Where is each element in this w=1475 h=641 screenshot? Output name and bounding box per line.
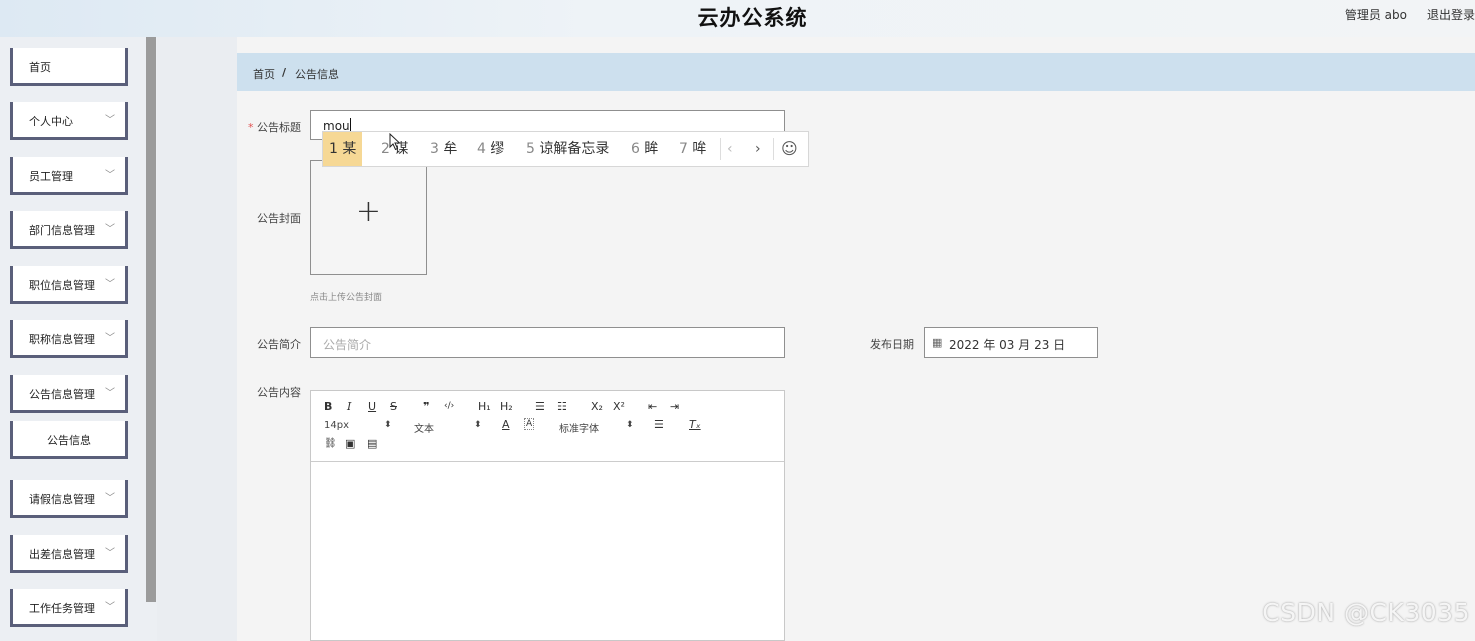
subscript-button[interactable]: X₂ bbox=[591, 400, 603, 413]
breadcrumb-separator: / bbox=[282, 66, 287, 79]
code-icon[interactable]: ‹/› bbox=[444, 401, 454, 411]
chevron-right-icon[interactable]: › bbox=[755, 132, 761, 166]
sidebar-item-employee[interactable]: 员工管理 ﹀ bbox=[10, 157, 128, 195]
quote-icon[interactable]: ❞ bbox=[423, 400, 429, 413]
chevron-left-icon[interactable]: ‹ bbox=[727, 132, 733, 166]
chevron-down-icon: ﹀ bbox=[105, 115, 115, 126]
bold-button[interactable]: B bbox=[324, 400, 332, 413]
updown-icon: ⬍ bbox=[474, 420, 482, 430]
heading1-button[interactable]: H₁ bbox=[478, 400, 491, 413]
chevron-down-icon: ﹀ bbox=[105, 548, 115, 559]
plus-icon: + bbox=[355, 194, 382, 229]
sidebar-item-label: 公告信息管理 bbox=[29, 388, 95, 401]
sidebar-item-business-trip[interactable]: 出差信息管理 ﹀ bbox=[10, 535, 128, 573]
emoji-icon[interactable]: ☺ bbox=[781, 132, 798, 166]
link-icon[interactable]: ⛓ bbox=[324, 438, 337, 449]
date-picker[interactable]: ▦ 2022 年 03 月 23 日 bbox=[924, 327, 1098, 358]
sidebar-item-label: 个人中心 bbox=[29, 115, 73, 128]
font-size-select[interactable]: 14px bbox=[324, 420, 349, 431]
heading2-button[interactable]: H₂ bbox=[500, 400, 513, 413]
cover-label: 公告封面 bbox=[257, 212, 301, 225]
background-color-icon[interactable]: A bbox=[524, 418, 535, 430]
summary-input[interactable]: 公告简介 bbox=[310, 327, 785, 358]
title-label: * 公告标题 bbox=[245, 119, 301, 135]
sidebar-item-label: 工作任务管理 bbox=[29, 602, 95, 615]
sidebar-item-department[interactable]: 部门信息管理 ﹀ bbox=[10, 211, 128, 249]
image-icon[interactable]: ▣ bbox=[345, 437, 355, 450]
sidebar-scrollbar[interactable] bbox=[146, 37, 156, 602]
summary-label: 公告简介 bbox=[257, 338, 301, 351]
date-value: 2022 年 03 月 23 日 bbox=[949, 338, 1066, 352]
breadcrumb-current: 公告信息 bbox=[295, 68, 339, 81]
sidebar-item-label: 公告信息 bbox=[47, 434, 91, 447]
ime-candidate-5[interactable]: 5 谅解备忘录 bbox=[520, 132, 615, 166]
sidebar-item-label: 出差信息管理 bbox=[29, 548, 95, 561]
sidebar-item-title-rank[interactable]: 职称信息管理 ﹀ bbox=[10, 320, 128, 358]
chevron-down-icon: ﹀ bbox=[105, 279, 115, 290]
breadcrumb-home[interactable]: 首页 bbox=[253, 66, 275, 82]
strike-button[interactable]: S bbox=[390, 400, 397, 413]
sidebar-item-personal-center[interactable]: 个人中心 ﹀ bbox=[10, 102, 128, 140]
sidebar-item-label: 首页 bbox=[29, 61, 51, 74]
superscript-button[interactable]: X² bbox=[613, 400, 625, 413]
user-info: 管理员 abo bbox=[1344, 8, 1407, 22]
chevron-down-icon: ﹀ bbox=[105, 333, 115, 344]
chevron-down-icon: ﹀ bbox=[105, 388, 115, 399]
date-label: 发布日期 bbox=[870, 338, 914, 351]
watermark: CSDN @CK3035 bbox=[1262, 598, 1470, 627]
chevron-down-icon: ﹀ bbox=[105, 493, 115, 504]
app-title: 云办公系统 bbox=[697, 6, 808, 30]
italic-button[interactable]: I bbox=[347, 400, 351, 413]
chevron-down-icon: ﹀ bbox=[105, 170, 115, 181]
ime-candidate-4[interactable]: 4 缪 bbox=[471, 132, 510, 166]
ordered-list-icon[interactable]: ☰ bbox=[535, 400, 545, 413]
sidebar-subitem-notice[interactable]: 公告信息 bbox=[10, 421, 128, 459]
mouse-cursor-icon bbox=[389, 133, 401, 151]
font-family-select[interactable]: 标准字体 bbox=[559, 420, 599, 435]
sidebar-item-label: 职位信息管理 bbox=[29, 279, 95, 292]
logout-link[interactable]: 退出登录 bbox=[1427, 6, 1475, 23]
sidebar-item-label: 职称信息管理 bbox=[29, 333, 95, 346]
cover-hint: 点击上传公告封面 bbox=[310, 293, 383, 303]
sidebar-item-leave[interactable]: 请假信息管理 ﹀ bbox=[10, 480, 128, 518]
content-gutter bbox=[157, 37, 237, 641]
required-mark: * bbox=[248, 121, 254, 134]
font-color-icon[interactable]: A bbox=[502, 418, 510, 431]
summary-placeholder: 公告简介 bbox=[323, 338, 372, 352]
bullet-list-icon[interactable]: ☷ bbox=[557, 400, 567, 413]
sidebar: 首页 个人中心 ﹀ 员工管理 ﹀ 部门信息管理 ﹀ 职位信息管理 ﹀ 职称信息管… bbox=[0, 37, 157, 641]
ime-candidate-6[interactable]: 6 眸 bbox=[625, 132, 664, 166]
updown-icon: ⬍ bbox=[384, 420, 392, 430]
ime-candidate-7[interactable]: 7 哞 bbox=[673, 132, 712, 166]
underline-button[interactable]: U bbox=[368, 400, 376, 413]
sidebar-item-position[interactable]: 职位信息管理 ﹀ bbox=[10, 266, 128, 304]
video-icon[interactable]: ▤ bbox=[367, 437, 377, 450]
chevron-down-icon: ﹀ bbox=[105, 224, 115, 235]
text-style-select[interactable]: 文本 bbox=[414, 420, 434, 435]
calendar-icon: ▦ bbox=[932, 336, 943, 349]
sidebar-item-label: 员工管理 bbox=[29, 170, 73, 183]
top-bar: 云办公系统 管理员 abo 退出登录 bbox=[0, 0, 1475, 37]
breadcrumb: 首页 / 公告信息 bbox=[237, 53, 1475, 91]
cover-upload[interactable]: + bbox=[310, 160, 427, 275]
rich-text-editor[interactable]: B I U S ❞ ‹/› H₁ H₂ ☰ ☷ X₂ X² ⇤ ⇥ 14px ⬍… bbox=[310, 390, 785, 641]
align-icon[interactable]: ☰ bbox=[654, 418, 664, 431]
chevron-down-icon: ﹀ bbox=[105, 602, 115, 613]
sidebar-item-label: 部门信息管理 bbox=[29, 224, 95, 237]
sidebar-item-label: 请假信息管理 bbox=[29, 493, 95, 506]
content-label: 公告内容 bbox=[257, 386, 301, 399]
outdent-icon[interactable]: ⇤ bbox=[648, 400, 657, 413]
editor-toolbar: B I U S ❞ ‹/› H₁ H₂ ☰ ☷ X₂ X² ⇤ ⇥ 14px ⬍… bbox=[311, 391, 784, 462]
indent-icon[interactable]: ⇥ bbox=[670, 400, 679, 413]
title-label-text: 公告标题 bbox=[257, 121, 301, 134]
updown-icon: ⬍ bbox=[626, 420, 634, 430]
sidebar-item-notice-management[interactable]: 公告信息管理 ﹀ bbox=[10, 375, 128, 413]
sidebar-item-home[interactable]: 首页 bbox=[10, 48, 128, 86]
sidebar-item-work-task[interactable]: 工作任务管理 ﹀ bbox=[10, 589, 128, 627]
ime-candidate-1[interactable]: 1 某 bbox=[323, 132, 363, 166]
ime-candidate-3[interactable]: 3 牟 bbox=[424, 132, 463, 166]
main-content: 首页 / 公告信息 * 公告标题 mou 公告封面 + 点击上传公告封面 公告简… bbox=[237, 37, 1475, 641]
clear-format-icon[interactable]: Tₓ bbox=[689, 418, 701, 431]
